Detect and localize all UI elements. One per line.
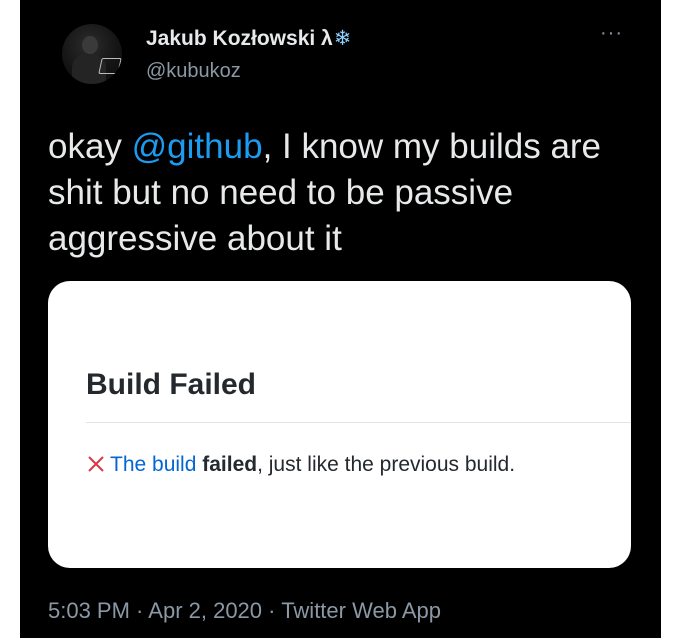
tweet-meta: 5:03 PM · Apr 2, 2020 · Twitter Web App [48, 598, 441, 624]
build-status-message: The build failed, just like the previous… [86, 453, 515, 477]
tweet: Jakub Kozłowski λ❄ @kubukoz ··· okay @gi… [20, 0, 661, 638]
tweet-time[interactable]: 5:03 PM [48, 598, 130, 623]
author-name-text: Jakub Kozłowski λ [146, 27, 333, 50]
ellipsis-icon[interactable]: ··· [600, 23, 623, 43]
build-link[interactable]: The build [110, 453, 196, 476]
meta-separator: · [129, 598, 149, 623]
author-handle[interactable]: @kubukoz [146, 60, 241, 83]
tweet-date[interactable]: Apr 2, 2020 [148, 598, 262, 623]
avatar[interactable] [62, 24, 122, 84]
divider [86, 422, 631, 423]
snowflake-icon: ❄ [333, 27, 352, 50]
build-failed-title: Build Failed [86, 368, 257, 401]
x-icon [88, 456, 104, 472]
meta-separator-2: · [262, 598, 282, 623]
source-app[interactable]: Twitter Web App [281, 598, 441, 623]
avatar-laptop [98, 58, 122, 74]
author-display-name[interactable]: Jakub Kozłowski λ❄ [146, 26, 351, 51]
avatar-head [82, 36, 98, 54]
embedded-image[interactable]: Build Failed The build failed, just like… [48, 281, 631, 568]
tweet-text: okay @github, I know my builds are shit … [48, 124, 648, 262]
status-rest-text: , just like the previous build. [257, 453, 516, 476]
mention-link[interactable]: @github [132, 127, 263, 166]
failed-text: failed [202, 453, 258, 476]
tweet-text-before: okay [48, 127, 132, 166]
